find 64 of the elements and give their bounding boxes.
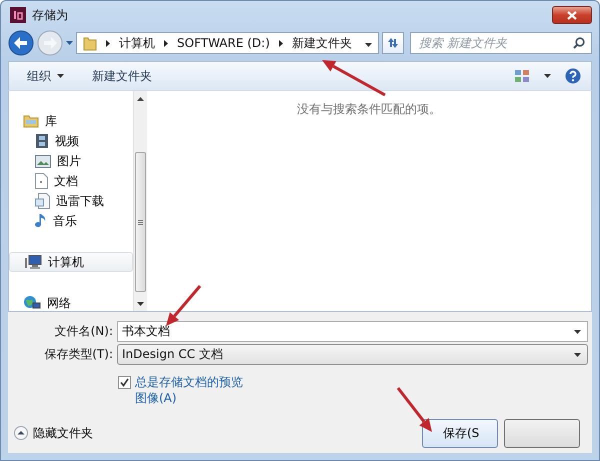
breadcrumb[interactable]: SOFTWARE (D:) <box>177 36 270 50</box>
empty-message: 没有与搜索条件匹配的项。 <box>297 101 441 117</box>
organize-menu[interactable]: 组织 <box>23 66 68 86</box>
help-button[interactable] <box>565 68 581 84</box>
chevron-icon <box>106 40 110 46</box>
collapse-icon <box>14 426 28 440</box>
caret-icon <box>66 41 73 45</box>
scrollbar[interactable] <box>133 91 147 311</box>
search-icon <box>573 37 585 49</box>
network-icon <box>23 295 41 311</box>
grip-icon <box>138 220 143 224</box>
chevron-icon <box>278 40 283 46</box>
caret-icon <box>57 74 64 78</box>
music-note-icon <box>35 213 47 229</box>
document-icon <box>35 193 50 209</box>
preview-label[interactable]: 总是存储文档的预览图像(A) <box>135 374 247 406</box>
save-button[interactable]: 保存(S <box>422 418 498 448</box>
nav-item[interactable]: 文档 <box>9 171 133 191</box>
caret-icon <box>544 74 551 78</box>
annotation-arrow <box>166 285 202 326</box>
nav-item[interactable]: 库 <box>9 111 133 131</box>
library-icon <box>23 114 39 128</box>
hide-folders-button[interactable]: 隐藏文件夹 <box>14 424 93 442</box>
computer-icon <box>24 254 42 270</box>
view-dropdown[interactable] <box>544 74 551 78</box>
dropdown-caret-icon <box>574 330 581 334</box>
search-field[interactable]: 搜索 新建文件夹 <box>410 32 592 54</box>
folder-icon <box>83 35 97 51</box>
breadcrumb[interactable]: 新建文件夹 <box>292 34 352 52</box>
address-bar[interactable]: 计算机 SOFTWARE (D:) 新建文件夹 <box>76 32 379 54</box>
preview-checkbox[interactable] <box>118 376 131 389</box>
close-button[interactable] <box>552 6 592 24</box>
film-icon <box>35 133 49 149</box>
new-folder-button[interactable]: 新建文件夹 <box>88 66 156 86</box>
app-icon <box>10 7 26 23</box>
view-button[interactable] <box>514 69 530 83</box>
chevron-icon <box>164 40 168 46</box>
nav-item[interactable]: 视频 <box>9 131 133 151</box>
document-icon <box>35 173 48 189</box>
nav-item[interactable]: 音乐 <box>9 211 133 231</box>
window-title: 存储为 <box>32 6 68 24</box>
history-dropdown[interactable] <box>66 41 73 45</box>
refresh-icon <box>386 37 400 49</box>
filename-field[interactable]: 书本文档 <box>117 321 588 342</box>
scroll-up-icon <box>137 96 144 100</box>
refresh-button[interactable] <box>382 32 404 54</box>
close-icon <box>567 10 577 20</box>
dropdown-caret-icon <box>574 352 581 356</box>
nav-item[interactable]: 计算机 <box>9 252 133 272</box>
scroll-down-icon <box>137 302 144 306</box>
breadcrumb[interactable]: 计算机 <box>119 34 155 52</box>
view-icon <box>514 69 530 83</box>
cancel-button[interactable] <box>504 418 580 448</box>
image-icon <box>35 154 51 168</box>
annotation-arrow <box>322 60 386 96</box>
file-type-dropdown[interactable]: InDesign CC 文档 <box>117 344 588 365</box>
nav-item[interactable]: 图片 <box>9 151 133 171</box>
help-icon <box>565 68 581 84</box>
annotation-arrow <box>396 387 432 432</box>
file-type-label: 保存类型(T): <box>43 346 113 363</box>
back-button[interactable] <box>8 30 34 56</box>
nav-item[interactable]: 迅雷下载 <box>9 191 133 211</box>
dropdown-caret-icon <box>365 43 372 47</box>
filename-label: 文件名(N): <box>54 323 113 340</box>
